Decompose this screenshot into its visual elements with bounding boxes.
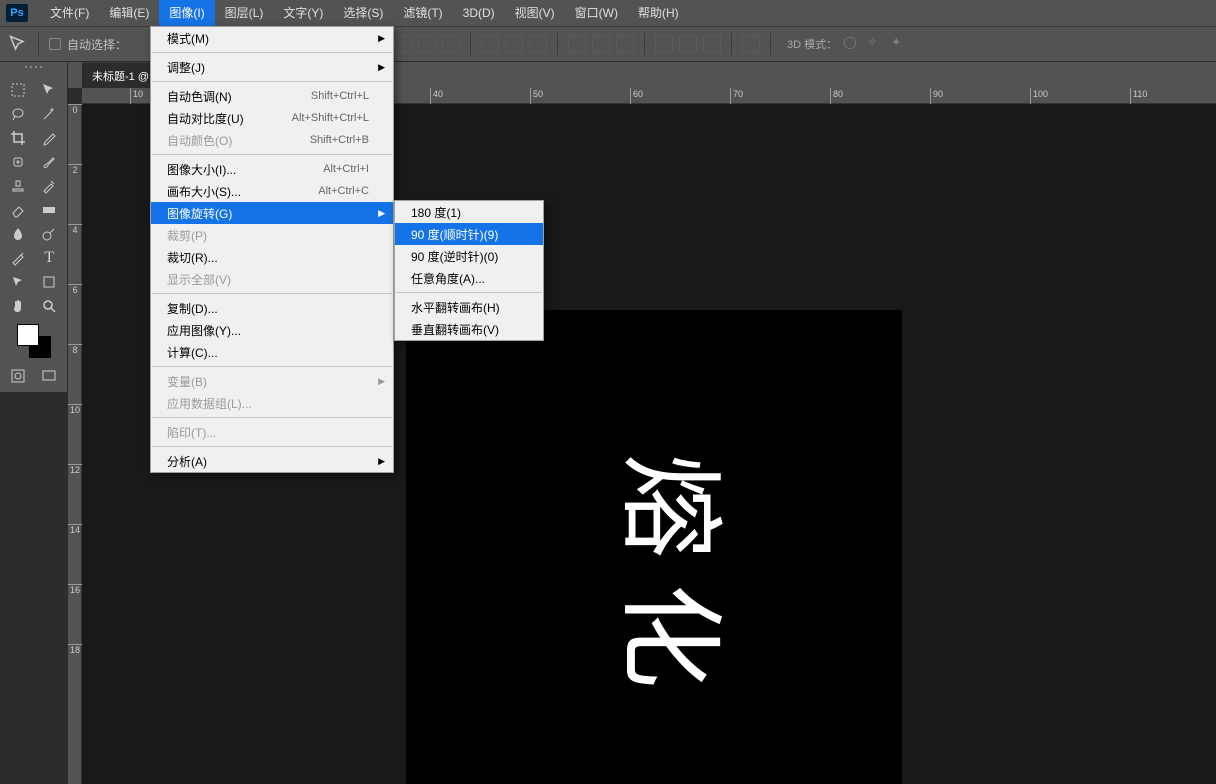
menu-帮助(H)[interactable]: 帮助(H): [628, 0, 689, 26]
menu-item[interactable]: 水平翻转画布(H): [395, 296, 543, 318]
canvas-text: 熔: [603, 453, 755, 558]
3d-mode-label: 3D 模式：: [787, 36, 837, 52]
menu-滤镜(T)[interactable]: 滤镜(T): [393, 0, 452, 26]
distribute-icon: [655, 35, 673, 53]
menu-选择(S)[interactable]: 选择(S): [333, 0, 393, 26]
align-icon: [394, 35, 412, 53]
menu-item: 自动颜色(O)Shift+Ctrl+B: [151, 129, 393, 151]
crop-tool[interactable]: [2, 126, 34, 150]
align-icon: [529, 35, 547, 53]
menubar: Ps 文件(F)编辑(E)图像(I)图层(L)文字(Y)选择(S)滤镜(T)3D…: [0, 0, 1216, 26]
image-menu: 模式(M)▶ 调整(J)▶ 自动色调(N)Shift+Ctrl+L自动对比度(U)A…: [150, 26, 394, 473]
menu-item[interactable]: 模式(M)▶: [151, 27, 393, 49]
menu-文字(Y)[interactable]: 文字(Y): [273, 0, 333, 26]
separator: [731, 33, 732, 55]
align-icon: [481, 35, 499, 53]
menu-视图(V)[interactable]: 视图(V): [505, 0, 565, 26]
menu-item[interactable]: 自动色调(N)Shift+Ctrl+L: [151, 85, 393, 107]
auto-select-label: 自动选择：: [67, 36, 127, 53]
separator: [38, 33, 39, 55]
eyedropper-tool[interactable]: [34, 126, 66, 150]
3d-icon: ✦: [891, 35, 909, 53]
artboard: 熔化: [406, 310, 902, 784]
separator: [557, 33, 558, 55]
menu-item: 裁剪(P): [151, 224, 393, 246]
distribute-icon: [592, 35, 610, 53]
quickmask-tool[interactable]: [2, 364, 34, 388]
heal-tool[interactable]: [2, 150, 34, 174]
auto-select-checkbox[interactable]: [49, 38, 61, 50]
dodge-tool[interactable]: [34, 222, 66, 246]
blur-tool[interactable]: [2, 222, 34, 246]
menu-item[interactable]: 应用图像(Y)...: [151, 319, 393, 341]
path-tool[interactable]: [2, 270, 34, 294]
distribute-icon: [616, 35, 634, 53]
menu-item[interactable]: 计算(C)...: [151, 341, 393, 363]
menu-3D(D)[interactable]: 3D(D): [453, 0, 505, 26]
app-logo: Ps: [6, 4, 28, 22]
menu-图像(I)[interactable]: 图像(I): [159, 0, 214, 26]
distribute-icon: [568, 35, 586, 53]
toolbox: T: [0, 62, 68, 392]
move-tool[interactable]: [34, 78, 66, 102]
separator: [770, 33, 771, 55]
menu-item[interactable]: 图像大小(I)...Alt+Ctrl+I: [151, 158, 393, 180]
distribute-icon: [679, 35, 697, 53]
align-icon: [442, 35, 460, 53]
menu-item: 应用数据组(L)...: [151, 392, 393, 414]
wand-tool[interactable]: [34, 102, 66, 126]
hand-tool[interactable]: [2, 294, 34, 318]
align-icon: [505, 35, 523, 53]
separator: [644, 33, 645, 55]
shape-tool[interactable]: [34, 270, 66, 294]
history-brush-tool[interactable]: [34, 174, 66, 198]
align-icon: [418, 35, 436, 53]
menu-item[interactable]: 分析(A)▶: [151, 450, 393, 472]
separator: [470, 33, 471, 55]
3d-icon: ✧: [867, 35, 885, 53]
menu-item: 陷印(T)...: [151, 421, 393, 443]
menu-item[interactable]: 调整(J)▶: [151, 56, 393, 78]
menu-item[interactable]: 180 度(1): [395, 201, 543, 223]
document-tab[interactable]: 未标题-1 @: [82, 62, 159, 88]
menu-item[interactable]: 图像旋转(G)▶: [151, 202, 393, 224]
menu-图层(L)[interactable]: 图层(L): [215, 0, 274, 26]
stamp-tool[interactable]: [2, 174, 34, 198]
menu-文件(F)[interactable]: 文件(F): [40, 0, 99, 26]
screenmode-tool[interactable]: [34, 364, 66, 388]
type-tool[interactable]: T: [34, 246, 66, 270]
menu-item[interactable]: 垂直翻转画布(V): [395, 318, 543, 340]
lasso-tool[interactable]: [2, 102, 34, 126]
pen-tool[interactable]: [2, 246, 34, 270]
move-tool-icon: [8, 34, 28, 54]
panel-grip[interactable]: [2, 66, 65, 76]
3d-icon: ◯: [843, 35, 861, 53]
menu-item[interactable]: 自动对比度(U)Alt+Shift+Ctrl+L: [151, 107, 393, 129]
menu-item: 显示全部(V): [151, 268, 393, 290]
eraser-tool[interactable]: [2, 198, 34, 222]
color-swatches[interactable]: [15, 322, 53, 360]
menu-item[interactable]: 画布大小(S)...Alt+Ctrl+C: [151, 180, 393, 202]
menu-窗口(W)[interactable]: 窗口(W): [565, 0, 628, 26]
vertical-ruler: 024681012141618: [68, 104, 82, 784]
marquee-tool[interactable]: [2, 78, 34, 102]
canvas-text: 化: [603, 583, 755, 688]
distribute-icon: [703, 35, 721, 53]
menu-item: 变量(B)▶: [151, 370, 393, 392]
zoom-tool[interactable]: [34, 294, 66, 318]
menu-item[interactable]: 裁切(R)...: [151, 246, 393, 268]
misc-icon: [742, 35, 760, 53]
brush-tool[interactable]: [34, 150, 66, 174]
foreground-swatch[interactable]: [17, 324, 39, 346]
gradient-tool[interactable]: [34, 198, 66, 222]
image-rotation-submenu: 180 度(1)90 度(顺时针)(9)90 度(逆时针)(0)任意角度(A).…: [394, 200, 544, 341]
menu-item[interactable]: 任意角度(A)...: [395, 267, 543, 289]
menu-编辑(E)[interactable]: 编辑(E): [99, 0, 159, 26]
menu-item[interactable]: 90 度(顺时针)(9): [395, 223, 543, 245]
menu-item[interactable]: 复制(D)...: [151, 297, 393, 319]
menu-item[interactable]: 90 度(逆时针)(0): [395, 245, 543, 267]
